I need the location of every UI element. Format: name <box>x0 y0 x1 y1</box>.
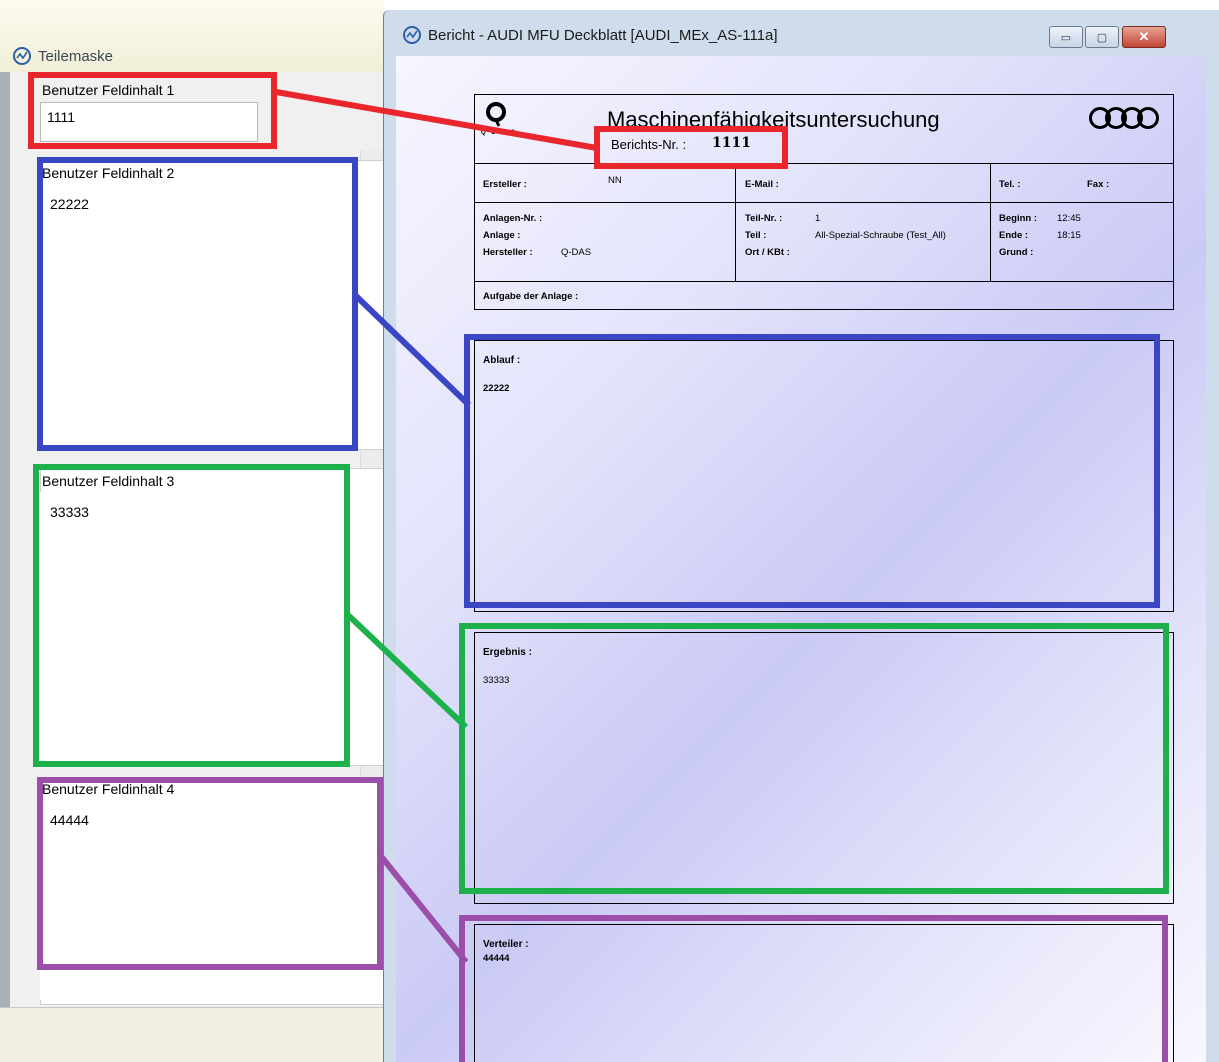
ende-label: Ende : <box>999 230 1029 241</box>
field1-input[interactable]: 1111 <box>40 102 258 142</box>
anlagen-nr-label: Anlagen-Nr. : <box>483 213 543 224</box>
hersteller-value: Q-DAS <box>561 247 592 258</box>
report-page: Q D A S Maschinenfähigkeitsuntersuchung … <box>396 56 1206 1062</box>
bericht-title: Bericht - AUDI MFU Deckblatt [AUDI_MEx_A… <box>402 24 778 46</box>
field4-label: Benutzer Feldinhalt 4 <box>42 781 175 797</box>
report-header-table: Q D A S Maschinenfähigkeitsuntersuchung … <box>474 94 1174 310</box>
berichts-nr-label: Berichts-Nr. : <box>611 137 687 152</box>
grund-label: Grund : <box>999 247 1034 258</box>
bericht-window: Bericht - AUDI MFU Deckblatt [AUDI_MEx_A… <box>383 10 1219 1062</box>
teilemaske-title: Teilemaske <box>12 44 113 68</box>
teilemaske-footer <box>0 1007 384 1062</box>
fax-label: Fax : <box>1087 179 1110 190</box>
qdas-logo-caption: Q D A S <box>481 130 517 136</box>
verteiler-label: Verteiler : <box>483 939 529 950</box>
ende-value: 18:15 <box>1057 230 1081 241</box>
ort-label: Ort / KBt : <box>745 247 790 258</box>
email-label: E-Mail : <box>745 179 779 190</box>
header-col-2 <box>990 163 991 281</box>
hersteller-label: Hersteller : <box>483 247 533 258</box>
ergebnis-section: Ergebnis : 33333 <box>474 632 1174 904</box>
teil-label: Teil : <box>745 230 767 241</box>
qdas-logo-icon <box>486 102 506 127</box>
header-rule-1 <box>475 163 1173 164</box>
report-heading: Maschinenfähigkeitsuntersuchung <box>607 107 940 132</box>
left-sidebar-strip <box>0 72 10 1007</box>
aufgabe-label: Aufgabe der Anlage : <box>483 291 579 302</box>
tel-label: Tel. : <box>999 179 1021 190</box>
minimize-button[interactable]: ▭ <box>1049 26 1083 48</box>
bericht-title-text: Bericht - AUDI MFU Deckblatt [AUDI_MEx_A… <box>428 26 778 44</box>
ersteller-value: NN <box>608 175 622 186</box>
audi-rings-logo <box>1089 107 1159 129</box>
ablauf-label: Ablauf : <box>483 355 521 366</box>
teilemaske-window: Teilemaske Benutzer Feldinhalt 1 1111 Be… <box>0 0 384 1062</box>
header-rule-2 <box>475 202 1173 203</box>
berichts-nr-value: 1111 <box>712 135 751 151</box>
field3-label: Benutzer Feldinhalt 3 <box>42 473 175 489</box>
field2-input[interactable]: 22222 <box>40 184 358 448</box>
ablauf-value: 22222 <box>483 383 510 394</box>
field3-input[interactable]: 33333 <box>40 492 358 764</box>
teilemaske-titlebar: Teilemaske <box>0 0 384 72</box>
qdas-app-icon <box>13 47 31 65</box>
ersteller-label: Ersteller : <box>483 179 527 190</box>
header-col-1 <box>735 163 736 281</box>
maximize-button[interactable]: ▢ <box>1085 26 1119 48</box>
teil-value: All-Spezial-Schraube (Test_All) <box>815 230 946 241</box>
field2-label: Benutzer Feldinhalt 2 <box>42 165 175 181</box>
ergebnis-value: 33333 <box>483 675 510 686</box>
verteiler-value: 44444 <box>483 953 510 964</box>
teil-nr-value: 1 <box>815 213 821 224</box>
teil-nr-label: Teil-Nr. : <box>745 213 783 224</box>
ergebnis-label: Ergebnis : <box>483 647 532 658</box>
close-button[interactable]: ✕ <box>1122 26 1166 48</box>
header-rule-3 <box>475 281 1173 282</box>
anlage-label: Anlage : <box>483 230 521 241</box>
beginn-label: Beginn : <box>999 213 1037 224</box>
field4-input[interactable]: 44444 <box>40 800 358 1000</box>
ablauf-section: Ablauf : 22222 <box>474 340 1174 612</box>
verteiler-section: Verteiler : 44444 <box>474 924 1174 1062</box>
beginn-value: 12:45 <box>1057 213 1081 224</box>
teilemaske-title-text: Teilemaske <box>38 47 114 65</box>
field1-label: Benutzer Feldinhalt 1 <box>42 82 175 98</box>
qdas-app-icon <box>403 26 421 44</box>
